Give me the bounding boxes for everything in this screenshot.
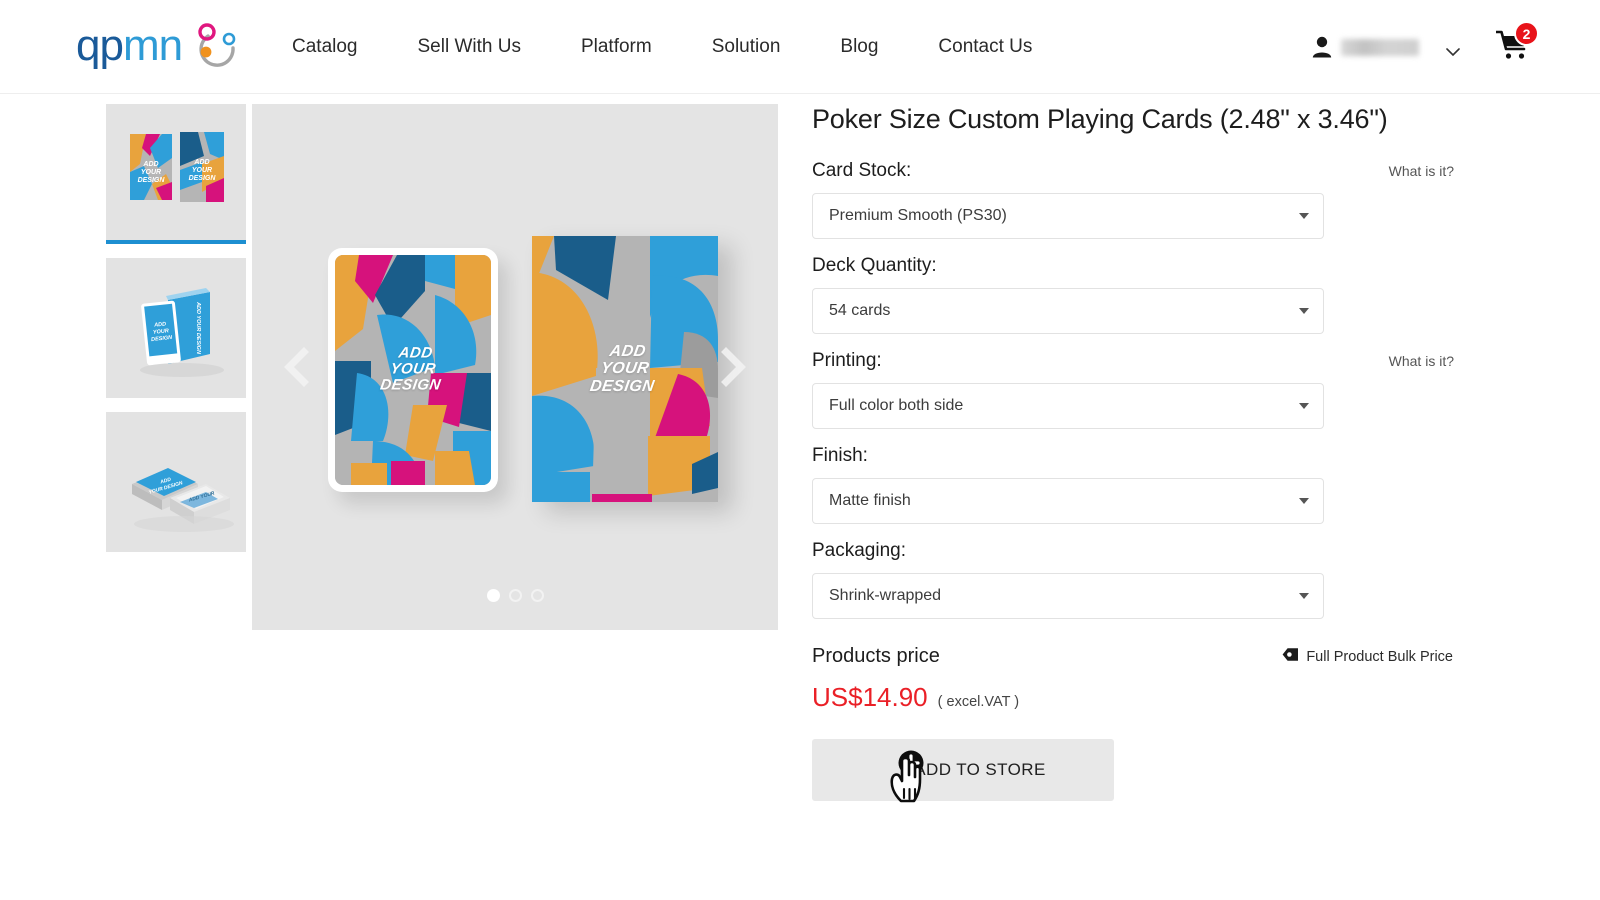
thumbnail-3[interactable]: ADD YOUR DESIGN ADD YOUR [106, 412, 246, 552]
card-front-design-text: ADD YOUR DESIGN [378, 344, 443, 395]
select-printing[interactable]: Full color both side [812, 383, 1324, 429]
chevron-down-icon [1446, 43, 1460, 57]
nav-item-contact-us[interactable]: Contact Us [908, 36, 1062, 58]
svg-text:DESIGN: DESIGN [189, 175, 217, 182]
user-icon [1312, 36, 1332, 58]
user-name-label [1341, 38, 1419, 56]
select-value-packaging: Shrink-wrapped [829, 587, 942, 604]
svg-text:DESIGN: DESIGN [138, 177, 166, 184]
add-to-store-button[interactable]: ADD TO STORE [812, 739, 1114, 803]
page-title: Poker Size Custom Playing Cards (2.48" x… [812, 104, 1388, 134]
option-group-finish: Finish: [812, 445, 1472, 478]
bulk-price-label: Full Product Bulk Price [1306, 648, 1453, 665]
option-label-card-stock: Card Stock: [812, 160, 912, 181]
main-navigation: Catalog Sell With Us Platform Solution B… [292, 0, 1062, 94]
option-group-packaging: Packaging: [812, 540, 1472, 573]
svg-text:YOUR: YOUR [141, 169, 161, 176]
select-finish[interactable]: Matte finish [812, 478, 1324, 524]
vat-note: ( excel.VAT ) [937, 694, 1020, 710]
nav-item-catalog[interactable]: Catalog [292, 36, 388, 58]
option-label-deck-quantity: Deck Quantity: [812, 255, 937, 276]
account-menu[interactable] [1312, 36, 1460, 58]
chevron-down-icon [1299, 403, 1309, 409]
svg-text:YOUR: YOUR [192, 167, 212, 174]
select-card-stock[interactable]: Premium Smooth (PS30) [812, 193, 1324, 239]
playing-card-box: ADD YOUR DESIGN [532, 236, 718, 502]
thumbnail-list: ADD YOUR DESIGN ADD YOUR DESIGN ADD YOUR… [106, 104, 246, 552]
cart-button[interactable]: 2 [1495, 21, 1539, 64]
header-actions: 2 [1312, 0, 1539, 94]
option-label-packaging: Packaging: [812, 540, 907, 561]
add-to-store-label: ADD TO STORE [914, 760, 1046, 779]
select-value-deck-quantity: 54 cards [829, 302, 891, 319]
svg-text:ADD YOUR DESIGN: ADD YOUR DESIGN [195, 301, 201, 355]
tag-icon [1282, 647, 1299, 666]
chevron-down-icon [1299, 213, 1309, 219]
carousel-dot-1[interactable] [486, 589, 500, 602]
logo-text-secondary: mn [122, 21, 183, 70]
site-logo[interactable]: qpmn [76, 22, 240, 70]
chevron-down-icon [1299, 308, 1309, 314]
select-value-printing: Full color both side [829, 397, 964, 414]
option-label-finish: Finish: [812, 445, 868, 466]
product-main-image[interactable]: ADD YOUR DESIGN ADD YOUR DESIGN [252, 104, 778, 630]
circle-orbit-logo-icon [192, 22, 240, 70]
nav-item-blog[interactable]: Blog [810, 36, 908, 58]
product-detail-page: qpmn Catalog Sell With Us Platform Solut… [0, 0, 1600, 900]
option-group-card-stock: Card Stock: What is it? [812, 160, 1472, 193]
chevron-left-icon[interactable] [280, 347, 314, 387]
select-value-finish: Matte finish [829, 492, 911, 509]
option-label-printing: Printing: [812, 350, 882, 371]
thumbnail-2[interactable]: ADD YOUR DESIGN ADD YOUR DESIGN [106, 258, 246, 398]
chevron-down-icon [1299, 593, 1309, 599]
thumbnail-1[interactable]: ADD YOUR DESIGN ADD YOUR DESIGN [106, 104, 246, 244]
logo-text-primary: qp [76, 21, 124, 70]
full-product-bulk-price-link[interactable]: Full Product Bulk Price [1282, 647, 1453, 666]
what-is-it-link-printing[interactable]: What is it? [1389, 353, 1454, 369]
playing-card-front: ADD YOUR DESIGN [328, 248, 498, 492]
nav-item-platform[interactable]: Platform [551, 36, 682, 58]
what-is-it-link-card-stock[interactable]: What is it? [1389, 163, 1454, 179]
carousel-dot-3[interactable] [530, 589, 544, 602]
cart-count-badge: 2 [1514, 21, 1539, 46]
card-box-design-text: ADD YOUR DESIGN [588, 343, 656, 395]
products-price-heading: Products price [812, 645, 940, 667]
select-value-card-stock: Premium Smooth (PS30) [829, 207, 1007, 224]
carousel-dot-2[interactable] [508, 589, 522, 602]
svg-text:ADD: ADD [142, 161, 158, 168]
chevron-down-icon [1299, 498, 1309, 504]
nav-item-sell-with-us[interactable]: Sell With Us [388, 36, 551, 58]
svg-text:ADD: ADD [193, 159, 209, 166]
option-group-deck-quantity: Deck Quantity: [812, 255, 1472, 288]
nav-item-solution[interactable]: Solution [682, 36, 811, 58]
carousel-dots [252, 589, 778, 602]
option-group-printing: Printing: What is it? [812, 350, 1472, 383]
price-section: Products price Full Product Bulk Price U… [812, 645, 1472, 713]
product-price-value: US$14.90 [812, 682, 928, 712]
select-deck-quantity[interactable]: 54 cards [812, 288, 1324, 334]
select-packaging[interactable]: Shrink-wrapped [812, 573, 1324, 619]
product-info-panel: Poker Size Custom Playing Cards (2.48" x… [812, 104, 1472, 803]
site-header: qpmn Catalog Sell With Us Platform Solut… [0, 0, 1600, 94]
chevron-right-icon[interactable] [716, 347, 750, 387]
product-image-artwork: ADD YOUR DESIGN ADD YOUR DESIGN [252, 104, 778, 630]
